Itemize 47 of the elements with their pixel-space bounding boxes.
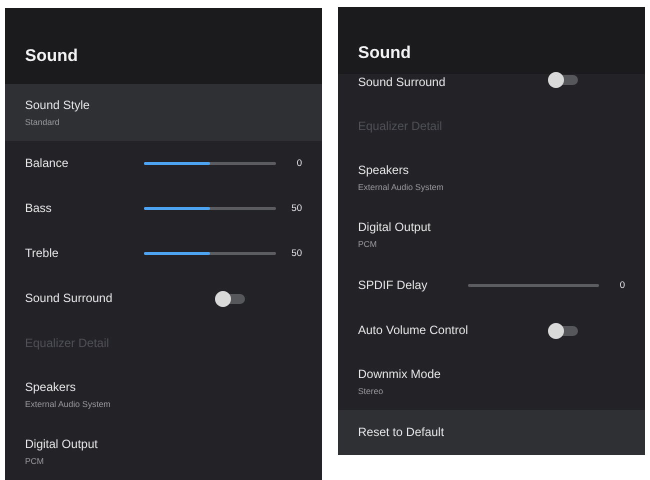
slider-value: 0 [296, 158, 302, 169]
settings-row[interactable]: Balance 0 [5, 141, 322, 186]
slider-value: 0 [618, 280, 625, 291]
setting-label: Digital Output [25, 437, 99, 452]
slider-value: 50 [290, 203, 302, 214]
setting-value: External Audio System [358, 182, 445, 192]
setting-label: Downmix Mode [358, 367, 442, 382]
setting-value: Stereo [358, 386, 384, 396]
slider-track[interactable] [144, 252, 276, 255]
setting-value: Standard [25, 117, 60, 127]
panel-title: Sound [25, 46, 78, 66]
settings-row[interactable]: Digital Output PCM [338, 206, 645, 263]
panel-title: Sound [358, 43, 411, 63]
setting-label: Sound Surround [25, 291, 114, 306]
settings-row[interactable]: Sound Surround [5, 276, 322, 321]
settings-row[interactable]: Bass 50 [5, 186, 322, 231]
settings-row[interactable]: Speakers External Audio System [338, 149, 645, 206]
setting-label: Bass [25, 201, 53, 216]
toggle-switch[interactable] [216, 294, 245, 304]
settings-row[interactable]: Treble 50 [5, 231, 322, 276]
settings-row[interactable]: SPDIF Delay 0 [338, 263, 645, 308]
setting-value: PCM [25, 456, 45, 466]
setting-label: Balance [25, 156, 70, 171]
slider-track[interactable] [144, 162, 276, 165]
setting-label: Sound Style [25, 98, 91, 113]
setting-label: Reset to Default [358, 425, 446, 440]
setting-label: Speakers [25, 380, 77, 395]
settings-row[interactable]: Sound Surround [338, 74, 645, 104]
slider-track[interactable] [468, 284, 599, 287]
settings-row[interactable]: Sound Style Standard [5, 84, 322, 141]
setting-label: Auto Volume Control [358, 323, 470, 338]
setting-value: External Audio System [25, 399, 112, 409]
slider-value: 50 [290, 248, 302, 259]
setting-label: Sound Surround [358, 75, 446, 90]
setting-label: Speakers [358, 163, 410, 178]
toggle-switch[interactable] [549, 326, 578, 336]
settings-row[interactable]: Downmix Mode Stereo [338, 353, 645, 410]
toggle-switch[interactable] [549, 75, 578, 85]
settings-row[interactable]: Auto Volume Control [338, 308, 645, 353]
setting-label: Treble [25, 246, 60, 261]
settings-row[interactable]: Reset to Default [338, 410, 645, 455]
setting-label: SPDIF Delay [358, 278, 428, 293]
setting-value: PCM [358, 239, 378, 249]
settings-row[interactable]: Digital Output PCM [5, 423, 322, 480]
setting-label: Digital Output [358, 220, 432, 235]
settings-row[interactable]: Speakers External Audio System [5, 366, 322, 423]
slider-track[interactable] [144, 207, 276, 210]
